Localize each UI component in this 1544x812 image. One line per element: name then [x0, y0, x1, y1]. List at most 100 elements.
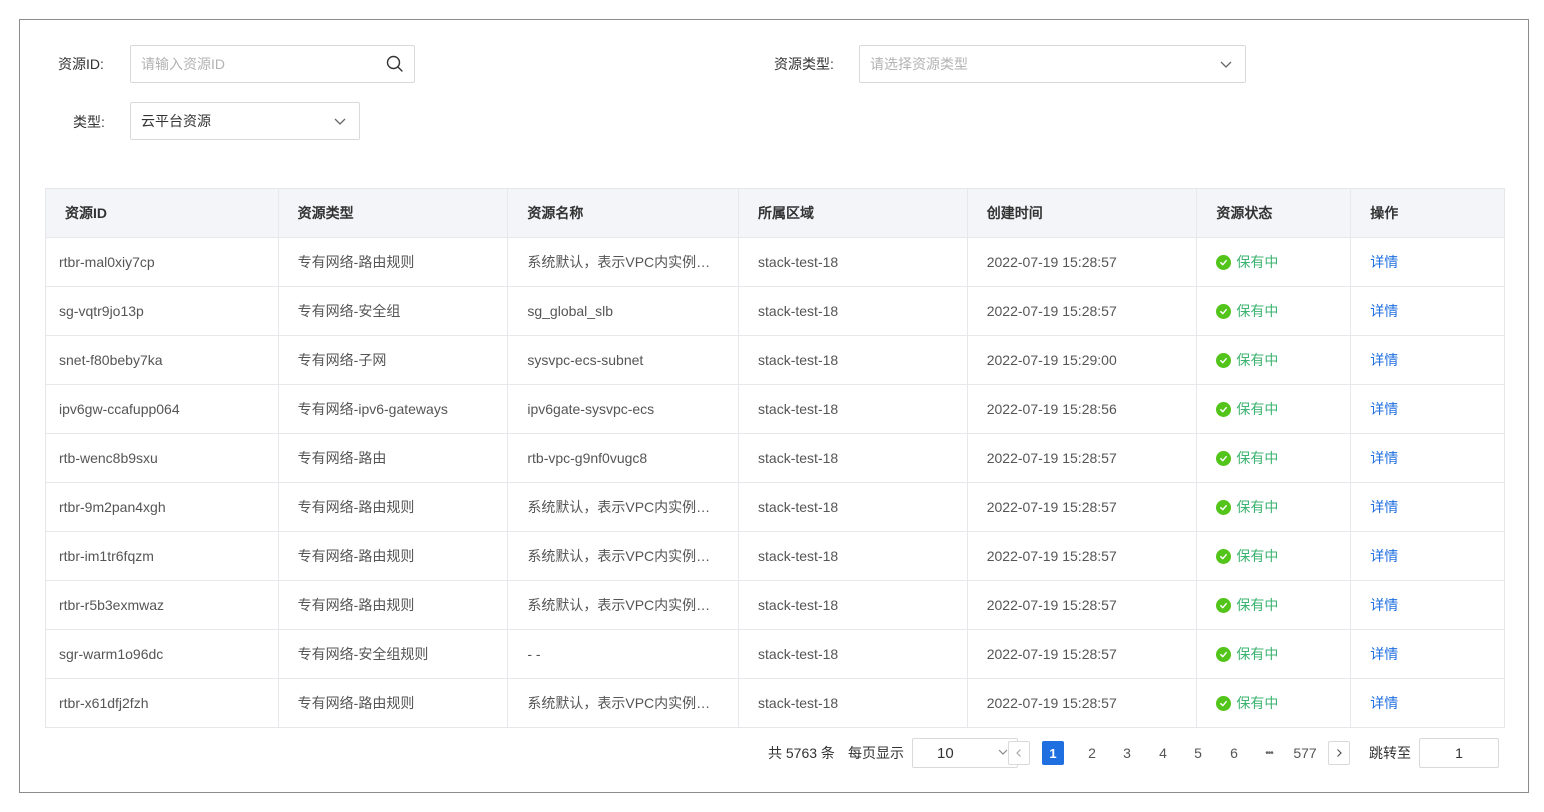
status-text: 保有中: [1236, 352, 1279, 368]
resource-type-select[interactable]: 请选择资源类型: [859, 45, 1246, 83]
cell-status: 保有中: [1197, 238, 1352, 286]
cell-created-time: 2022-07-19 15:28:57: [968, 434, 1198, 482]
status-badge: 保有中: [1216, 595, 1278, 615]
cell-status: 保有中: [1197, 385, 1352, 433]
table-row: rtbr-im1tr6fqzm 专有网络-路由规则 系统默认，表示VPC内实例… st…: [46, 531, 1504, 580]
type-select[interactable]: 云平台资源: [130, 102, 360, 140]
per-page-select[interactable]: 10: [912, 738, 1018, 768]
resource-table: 资源ID 资源类型 资源名称 所属区域 创建时间 资源状态 操作 rtbr-ma…: [45, 188, 1505, 728]
status-text: 保有中: [1236, 695, 1279, 711]
page-button[interactable]: 577: [1290, 738, 1320, 768]
cell-resource-name: 系统默认，表示VPC内实例…: [508, 581, 740, 629]
cell-action: 详情: [1351, 679, 1504, 727]
cell-resource-id: snet-f80beby7ka: [46, 336, 279, 384]
detail-link[interactable]: 详情: [1370, 252, 1398, 272]
check-circle-icon: [1216, 597, 1232, 613]
table-row: sg-vqtr9jo13p 专有网络-安全组 sg_global_slb stack-…: [46, 286, 1504, 335]
status-text: 保有中: [1236, 597, 1279, 613]
page-button[interactable]: 5: [1188, 738, 1208, 768]
cell-action: 详情: [1351, 287, 1504, 335]
cell-status: 保有中: [1197, 287, 1352, 335]
cell-status: 保有中: [1197, 679, 1352, 727]
table-row: rtb-wenc8b9sxu 专有网络-路由 rtb-vpc-g9nf0vugc8 s…: [46, 433, 1504, 482]
cell-resource-name: - -: [508, 630, 740, 678]
cell-resource-name: 系统默认，表示VPC内实例…: [508, 483, 740, 531]
cell-region: stack-test-18: [739, 679, 968, 727]
status-text: 保有中: [1236, 646, 1279, 662]
cell-status: 保有中: [1197, 434, 1352, 482]
detail-link[interactable]: 详情: [1370, 693, 1398, 713]
cell-resource-type: 专有网络-路由规则: [279, 238, 509, 286]
table-row: rtbr-9m2pan4xgh 专有网络-路由规则 系统默认，表示VPC内实例… st…: [46, 482, 1504, 531]
page-button-active[interactable]: 1: [1042, 741, 1064, 765]
page-button[interactable]: 3: [1117, 738, 1137, 768]
detail-link[interactable]: 详情: [1370, 546, 1398, 566]
next-page-button[interactable]: [1328, 741, 1350, 765]
type-label: 类型:: [73, 114, 105, 130]
check-circle-icon: [1216, 548, 1232, 564]
status-badge: 保有中: [1216, 448, 1278, 468]
table-row: rtbr-mal0xiy7cp 专有网络-路由规则 系统默认，表示VPC内实例… st…: [46, 237, 1504, 286]
cell-resource-name: 系统默认，表示VPC内实例…: [508, 532, 740, 580]
cell-region: stack-test-18: [739, 287, 968, 335]
status-text: 保有中: [1236, 499, 1279, 515]
cell-resource-id: rtbr-9m2pan4xgh: [46, 483, 279, 531]
total-count: 共 5763 条: [768, 745, 835, 761]
cell-action: 详情: [1351, 336, 1504, 384]
cell-status: 保有中: [1197, 630, 1352, 678]
cell-created-time: 2022-07-19 15:28:57: [968, 287, 1198, 335]
resource-id-input[interactable]: 请输入资源ID: [130, 45, 415, 83]
cell-region: stack-test-18: [739, 238, 968, 286]
type-select-value: 云平台资源: [141, 113, 211, 129]
detail-link[interactable]: 详情: [1370, 595, 1398, 615]
detail-link[interactable]: 详情: [1370, 497, 1398, 517]
status-text: 保有中: [1236, 450, 1279, 466]
cell-action: 详情: [1351, 581, 1504, 629]
detail-link[interactable]: 详情: [1370, 399, 1398, 419]
cell-resource-type: 专有网络-ipv6-gateways: [279, 385, 509, 433]
column-header: 资源名称: [508, 189, 740, 237]
cell-resource-id: rtb-wenc8b9sxu: [46, 434, 279, 482]
cell-region: stack-test-18: [739, 434, 968, 482]
status-text: 保有中: [1236, 303, 1279, 319]
cell-resource-id: rtbr-x61dfj2fzh: [46, 679, 279, 727]
status-badge: 保有中: [1216, 693, 1278, 713]
status-badge: 保有中: [1216, 301, 1278, 321]
status-badge: 保有中: [1216, 497, 1278, 517]
cell-action: 详情: [1351, 434, 1504, 482]
detail-link[interactable]: 详情: [1370, 350, 1398, 370]
cell-created-time: 2022-07-19 15:28:57: [968, 679, 1198, 727]
cell-resource-type: 专有网络-子网: [279, 336, 509, 384]
jump-page-input[interactable]: 1: [1419, 738, 1499, 768]
detail-link[interactable]: 详情: [1370, 301, 1398, 321]
cell-resource-name: 系统默认，表示VPC内实例…: [508, 679, 740, 727]
page-button[interactable]: 6: [1224, 738, 1244, 768]
pagination: 共 5763 条 每页显示 10 1 2 3 4 5 6 ••• 577 跳转至…: [20, 738, 1528, 768]
cell-resource-id: ipv6gw-ccafupp064: [46, 385, 279, 433]
cell-resource-id: rtbr-mal0xiy7cp: [46, 238, 279, 286]
column-header: 操作: [1370, 205, 1399, 221]
search-icon[interactable]: [386, 55, 404, 73]
cell-resource-type: 专有网络-路由规则: [279, 581, 509, 629]
cell-resource-id: sg-vqtr9jo13p: [46, 287, 279, 335]
detail-link[interactable]: 详情: [1370, 644, 1398, 664]
cell-resource-id: sgr-warm1o96dc: [46, 630, 279, 678]
cell-status: 保有中: [1197, 483, 1352, 531]
cell-resource-name: ipv6gate-sysvpc-ecs: [508, 385, 740, 433]
status-text: 保有中: [1236, 401, 1279, 417]
table-body: rtbr-mal0xiy7cp 专有网络-路由规则 系统默认，表示VPC内实例… st…: [46, 237, 1504, 727]
page-button[interactable]: 4: [1153, 738, 1173, 768]
detail-link[interactable]: 详情: [1370, 448, 1398, 468]
cell-created-time: 2022-07-19 15:28:57: [968, 483, 1198, 531]
cell-resource-type: 专有网络-路由规则: [279, 679, 509, 727]
cell-status: 保有中: [1197, 336, 1352, 384]
status-badge: 保有中: [1216, 350, 1278, 370]
cell-region: stack-test-18: [739, 581, 968, 629]
prev-page-button[interactable]: [1008, 741, 1030, 765]
column-header: 创建时间: [968, 189, 1198, 237]
chevron-right-icon: [1337, 749, 1342, 757]
check-circle-icon: [1216, 646, 1232, 662]
more-pages-ellipsis[interactable]: •••: [1254, 738, 1284, 768]
cell-resource-id: rtbr-r5b3exmwaz: [46, 581, 279, 629]
page-button[interactable]: 2: [1082, 738, 1102, 768]
